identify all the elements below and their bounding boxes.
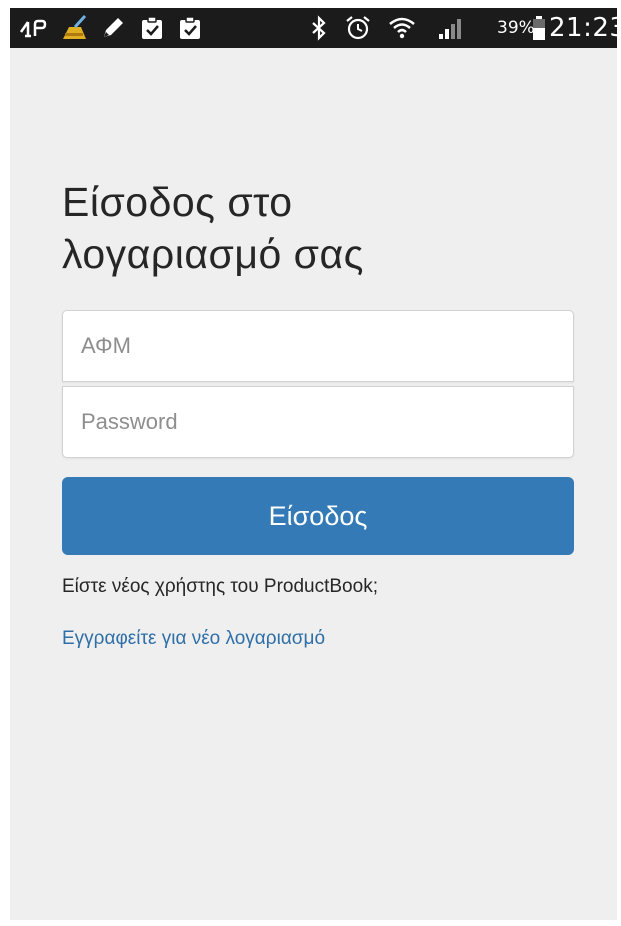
wifi-icon <box>386 14 418 42</box>
new-user-prompt: Είστε νέος χρήστης του ProductBook; <box>62 576 378 597</box>
battery-percent: 39% <box>497 18 535 38</box>
pencil-icon <box>98 14 128 42</box>
register-link[interactable]: Εγγραφείτε για νέο λογαριασμό <box>62 628 325 650</box>
status-clock: 21:23 <box>549 13 617 43</box>
phone-screen: 39% 21:23 Είσοδος στο λογαριασμό σας Είσ… <box>10 8 617 920</box>
clipboard-check-icon <box>175 14 205 42</box>
alarm-icon <box>343 14 373 42</box>
battery-icon <box>531 14 547 42</box>
page-title: Είσοδος στο λογαριασμό σας <box>62 176 582 280</box>
clipboard-check-icon <box>137 14 167 42</box>
bluetooth-icon <box>306 14 332 42</box>
afm-input[interactable] <box>62 310 574 382</box>
password-input[interactable] <box>62 386 574 458</box>
page-title-line-1: Είσοδος στο <box>62 179 293 225</box>
cleaner-icon <box>58 14 90 42</box>
status-bar: 39% 21:23 <box>10 8 617 48</box>
login-button[interactable]: Είσοδος <box>62 477 574 555</box>
signal-icon <box>434 14 464 42</box>
usb-debugging-icon <box>16 14 50 42</box>
page-title-line-2: λογαριασμό σας <box>62 231 364 277</box>
